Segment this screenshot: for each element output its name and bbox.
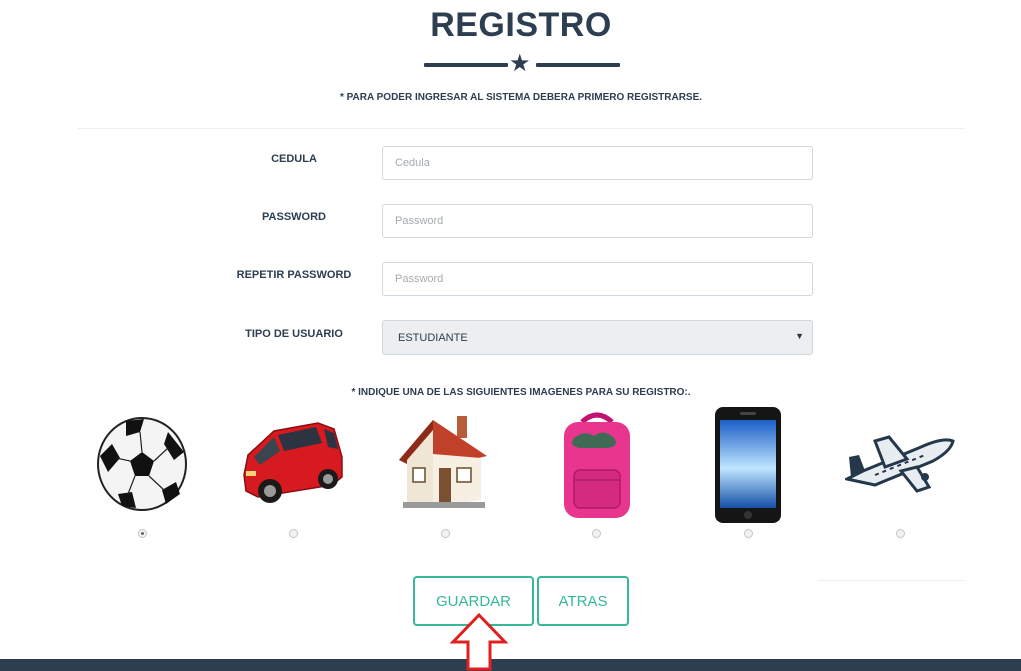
house-icon[interactable] [393,412,489,510]
chevron-down-icon: ▼ [795,331,804,341]
registration-notice: * PARA PODER INGRESAR AL SISTEMA DEBERA … [339,92,703,103]
user-type-value: ESTUDIANTE [398,332,468,344]
repeat-password-input[interactable] [382,262,813,296]
soccer-ball-icon[interactable] [96,416,188,512]
image-selection-notice: * INDIQUE UNA DE LAS SIGUIENTES IMAGENES… [351,387,691,398]
image-radio-airplane[interactable] [896,529,905,538]
page-title: REGISTRO [430,6,612,44]
repeat-password-label: REPETIR PASSWORD [236,269,352,281]
image-radio-smartphone[interactable] [744,529,753,538]
airplane-icon[interactable] [845,431,957,497]
divider [818,580,965,581]
image-radio-soccer-ball[interactable] [138,529,147,538]
image-radio-car[interactable] [289,529,298,538]
star-divider: ★ [424,50,620,77]
image-radio-backpack[interactable] [592,529,601,538]
user-type-label: TIPO DE USUARIO [245,328,343,340]
star-icon: ★ [509,50,531,77]
user-type-select[interactable]: ESTUDIANTE ▼ [382,320,813,355]
image-radio-house[interactable] [441,529,450,538]
password-input[interactable] [382,204,813,238]
red-car-icon[interactable] [238,417,348,509]
smartphone-icon[interactable] [714,406,782,524]
divider-line-right [536,63,620,67]
annotation-arrow-icon [449,612,509,671]
cedula-input[interactable] [382,146,813,180]
pink-backpack-icon[interactable] [560,410,634,520]
divider [78,128,965,129]
cedula-label: CEDULA [271,153,317,165]
password-label: PASSWORD [262,211,326,223]
back-button[interactable]: ATRAS [537,576,629,626]
footer-bar [0,659,1021,671]
divider-line-left [424,63,508,67]
